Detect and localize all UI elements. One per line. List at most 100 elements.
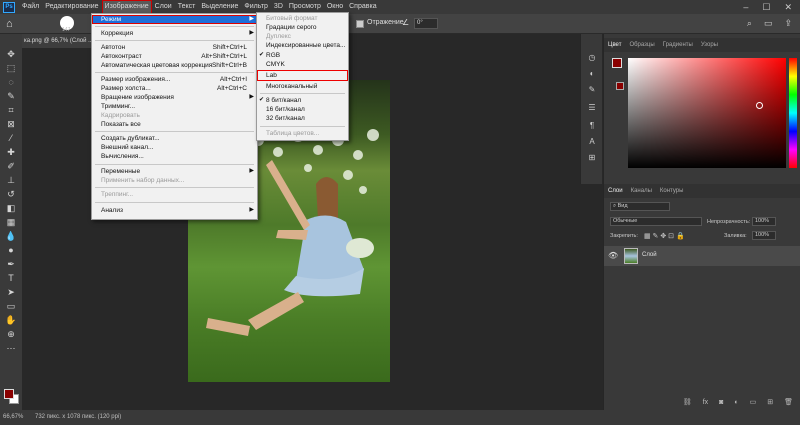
brush-tool-icon[interactable]: ✐	[5, 160, 17, 172]
opacity-input[interactable]: 100%	[752, 217, 776, 226]
foreground-color-swatch[interactable]	[4, 389, 14, 399]
menu-item-variables[interactable]: Переменные ▶	[92, 167, 257, 176]
mode-item-indexed[interactable]: Индексированные цвета...	[257, 41, 348, 50]
close-icon[interactable]: ✕	[784, 2, 792, 13]
menu-item-trim[interactable]: Тримминг...	[92, 102, 257, 111]
mask-icon[interactable]: ◙	[719, 396, 723, 410]
maximize-icon[interactable]: ☐	[762, 2, 770, 13]
menu-file[interactable]: Файл	[19, 0, 42, 14]
fill-input[interactable]: 100%	[752, 231, 776, 240]
shape-tool-icon[interactable]: ▭	[5, 300, 17, 312]
mode-item-16bit[interactable]: 16 бит/канал	[257, 105, 348, 114]
menu-item-auto-tone[interactable]: Автотон Shift+Ctrl+L	[92, 43, 257, 52]
paragraph-panel-icon[interactable]: ¶	[586, 120, 598, 132]
menu-item-image-size[interactable]: Размер изображения... Alt+Ctrl+I	[92, 75, 257, 84]
eraser-tool-icon[interactable]: ◧	[5, 202, 17, 214]
layer-row[interactable]: 👁 Слой	[604, 246, 800, 266]
character-panel-icon[interactable]: A	[586, 136, 598, 148]
minimize-icon[interactable]: –	[743, 2, 748, 13]
checkmark-icon: ✔	[259, 52, 265, 58]
blend-mode-select[interactable]: Обычные	[610, 217, 702, 226]
menu-layers[interactable]: Слои	[152, 0, 175, 14]
share-icon[interactable]: ⇪	[784, 18, 792, 29]
menu-item-analysis[interactable]: Анализ ▶	[92, 206, 257, 215]
adjustments-panel-icon[interactable]: ◐	[586, 68, 598, 80]
lock-icons[interactable]: ▦ ✎ ✥ ⊡ 🔒	[644, 232, 685, 240]
menu-item-duplicate[interactable]: Создать дубликат...	[92, 134, 257, 143]
frame-tool-icon[interactable]: ⊠	[5, 118, 17, 130]
menu-text[interactable]: Текст	[175, 0, 199, 14]
zoom-level[interactable]: 66,67%	[3, 410, 23, 425]
blur-tool-icon[interactable]: 💧	[5, 230, 17, 242]
adjustment-layer-icon[interactable]: ◐	[734, 396, 738, 410]
menu-item-auto-color[interactable]: Автоматическая цветовая коррекция Shift+…	[92, 61, 257, 70]
menu-image[interactable]: Изображение	[101, 0, 152, 14]
tab-channels[interactable]: Каналы	[631, 188, 652, 194]
menu-item-reveal-all[interactable]: Показать все	[92, 120, 257, 129]
group-icon[interactable]: ▭	[750, 396, 757, 410]
quick-select-tool-icon[interactable]: ✎	[5, 90, 17, 102]
mirror-checkbox[interactable]	[356, 20, 364, 28]
type-tool-icon[interactable]: T	[5, 272, 17, 284]
fx-icon[interactable]: fx	[703, 396, 708, 410]
mode-item-cmyk[interactable]: CMYK	[257, 60, 348, 69]
menu-select[interactable]: Выделение	[198, 0, 241, 14]
menu-help[interactable]: Справка	[346, 0, 379, 14]
workspace-icon[interactable]: ▭	[764, 18, 773, 29]
tab-color[interactable]: Цвет	[608, 42, 621, 48]
link-layers-icon[interactable]: ⛓	[683, 396, 692, 410]
menu-item-apply-image[interactable]: Внешний канал...	[92, 143, 257, 152]
path-select-icon[interactable]: ➤	[5, 286, 17, 298]
glyphs-panel-icon[interactable]: ⊞	[586, 152, 598, 164]
color-panel-background-swatch[interactable]	[616, 82, 624, 90]
eye-icon[interactable]: 👁	[608, 251, 618, 260]
menu-item-mode[interactable]: Режим ▶	[92, 15, 257, 24]
pen-tool-icon[interactable]: ✒	[5, 258, 17, 270]
color-picker-field[interactable]	[628, 58, 786, 168]
menu-item-adjustments[interactable]: Коррекция ▶	[92, 29, 257, 38]
zoom-tool-icon[interactable]: ⊕	[5, 328, 17, 340]
menu-item-calculations[interactable]: Вычисления...	[92, 152, 257, 161]
mode-item-grayscale[interactable]: Градации серого	[257, 23, 348, 32]
layer-filter-select[interactable]: ⌕ Вид	[610, 202, 670, 211]
move-tool-icon[interactable]: ✥	[5, 48, 17, 60]
healing-brush-icon[interactable]: ✚	[5, 146, 17, 158]
home-icon[interactable]: ⌂	[6, 18, 18, 30]
new-layer-icon[interactable]: ⊞	[767, 396, 773, 410]
document-tab[interactable]: ка.png @ 66,7% (Слой ...	[22, 34, 102, 48]
gradient-tool-icon[interactable]: ▦	[5, 216, 17, 228]
history-panel-icon[interactable]: ◷	[586, 52, 598, 64]
menu-item-image-rotation[interactable]: Вращение изображения ▶	[92, 93, 257, 102]
brush-panel-icon[interactable]: ✎	[586, 84, 598, 96]
mode-item-multichannel[interactable]: Многоканальный	[257, 82, 348, 91]
hand-tool-icon[interactable]: ✋	[5, 314, 17, 326]
mode-item-lab[interactable]: Lab	[257, 70, 348, 81]
trash-icon[interactable]: 🗑	[784, 396, 793, 410]
stamp-tool-icon[interactable]: ⊥	[5, 174, 17, 186]
menu-item-auto-contrast[interactable]: Автоконтраст Alt+Shift+Ctrl+L	[92, 52, 257, 61]
more-tools-icon[interactable]: ⋯	[5, 342, 17, 354]
layer-name[interactable]: Слой	[642, 252, 657, 258]
menu-item-canvas-size[interactable]: Размер холста... Alt+Ctrl+C	[92, 84, 257, 93]
menu-edit[interactable]: Редактирование	[42, 0, 101, 14]
mode-item-32bit[interactable]: 32 бит/канал	[257, 114, 348, 123]
color-panel-foreground-swatch[interactable]	[612, 58, 622, 68]
tab-swatches[interactable]: Образцы	[629, 42, 654, 48]
mode-item-rgb[interactable]: ✔ RGB	[257, 51, 348, 60]
search-icon[interactable]: ⌕	[747, 18, 752, 29]
history-brush-icon[interactable]: ↺	[5, 188, 17, 200]
lasso-tool-icon[interactable]: ◌	[5, 76, 17, 88]
tab-gradients[interactable]: Градиенты	[663, 42, 693, 48]
dodge-tool-icon[interactable]: ●	[5, 244, 17, 256]
crop-tool-icon[interactable]: ⌗	[5, 104, 17, 116]
tab-patterns[interactable]: Узоры	[701, 42, 718, 48]
properties-panel-icon[interactable]: ☰	[586, 102, 598, 114]
hue-slider[interactable]	[789, 58, 797, 168]
tab-layers[interactable]: Слои	[608, 188, 623, 194]
color-picker-cursor[interactable]	[756, 102, 763, 109]
eyedropper-tool-icon[interactable]: ⁄	[5, 132, 17, 144]
angle-input[interactable]: 0°	[414, 18, 438, 29]
mode-item-8bit[interactable]: ✔ 8 бит/канал	[257, 96, 348, 105]
marquee-tool-icon[interactable]: ⬚	[5, 62, 17, 74]
tab-paths[interactable]: Контуры	[660, 188, 684, 194]
